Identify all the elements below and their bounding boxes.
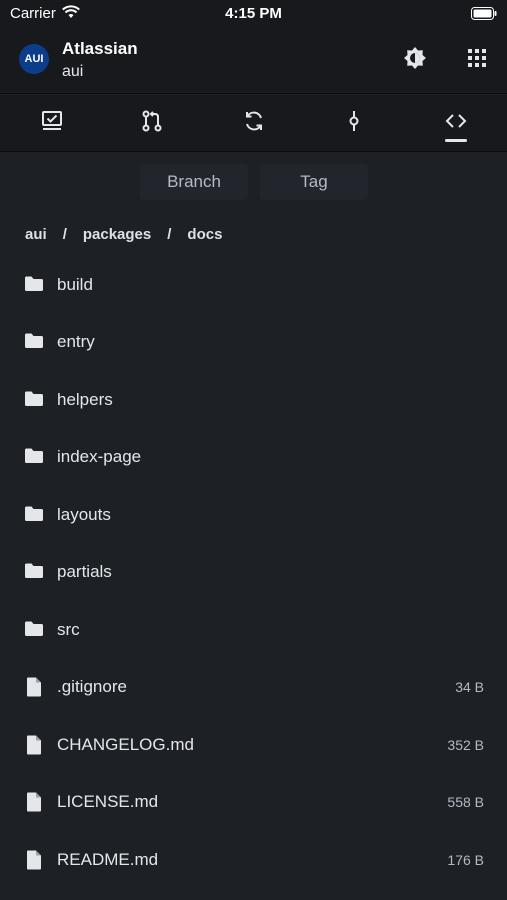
file-name: partials	[57, 562, 112, 581]
file-name: layouts	[57, 505, 111, 524]
folder-icon	[24, 562, 44, 585]
clock: 4:15 PM	[225, 5, 282, 22]
list-item[interactable]: CHANGELOG.md 352 B	[0, 716, 507, 773]
breadcrumb-separator: /	[167, 226, 172, 243]
sync-icon	[242, 109, 266, 138]
file-name: entry	[57, 332, 95, 351]
file-size: 558 B	[447, 794, 484, 810]
folder-icon	[24, 505, 44, 528]
app-header: AUI Atlassian aui	[0, 28, 507, 94]
workspace-name[interactable]: Atlassian	[62, 39, 138, 59]
branch-button[interactable]: Branch	[140, 164, 248, 200]
app-switcher-button[interactable]	[464, 47, 490, 73]
commit-icon	[342, 109, 366, 138]
file-icon	[26, 850, 42, 875]
list-item[interactable]: LICENSE.md 558 B	[0, 773, 507, 830]
file-name: build	[57, 275, 93, 294]
list-item[interactable]: layouts	[0, 486, 507, 543]
code-icon	[444, 109, 468, 138]
breadcrumb-item-aui[interactable]: aui	[25, 226, 47, 243]
tab-pipelines[interactable]	[224, 95, 284, 152]
monitor-check-icon	[40, 109, 64, 138]
grid-icon	[468, 48, 486, 72]
avatar[interactable]: AUI	[19, 44, 49, 74]
theme-toggle-button[interactable]	[402, 46, 428, 75]
breadcrumb-item-docs[interactable]: docs	[187, 226, 222, 243]
folder-icon	[24, 332, 44, 355]
file-name: LICENSE.md	[57, 792, 159, 811]
folder-icon	[24, 620, 44, 643]
file-name: CHANGELOG.md	[57, 735, 194, 754]
tab-source[interactable]	[426, 95, 486, 152]
tab-commits[interactable]	[324, 95, 384, 152]
file-list: build entry helpers index-page layouts p…	[0, 256, 507, 900]
list-item[interactable]: src	[0, 601, 507, 658]
file-name: index-page	[57, 447, 142, 466]
file-name: src	[57, 620, 80, 639]
file-icon	[26, 677, 42, 702]
tab-pull-requests[interactable]	[122, 95, 182, 152]
list-item[interactable]: helpers	[0, 371, 507, 428]
list-item[interactable]: partials	[0, 543, 507, 600]
battery-icon	[471, 7, 497, 25]
file-name: .gitignore	[57, 677, 127, 696]
brightness-icon	[403, 46, 427, 75]
breadcrumb: aui / packages / docs	[25, 226, 222, 243]
list-item[interactable]: build	[0, 256, 507, 313]
active-tab-indicator	[445, 139, 467, 142]
file-size: 34 B	[455, 679, 484, 695]
folder-icon	[24, 390, 44, 413]
repository-tab-bar	[0, 95, 507, 152]
tag-button[interactable]: Tag	[260, 164, 368, 200]
folder-icon	[24, 447, 44, 470]
list-item[interactable]: README.md 176 B	[0, 831, 507, 888]
list-item[interactable]: entry	[0, 313, 507, 370]
breadcrumb-item-packages[interactable]: packages	[83, 226, 151, 243]
file-name: README.md	[57, 850, 159, 869]
repository-name[interactable]: aui	[62, 63, 83, 81]
list-item[interactable]: .gitignore 34 B	[0, 658, 507, 715]
status-bar: Carrier 4:15 PM	[0, 0, 507, 28]
breadcrumb-separator: /	[62, 226, 67, 243]
file-name: helpers	[57, 390, 113, 409]
file-icon	[26, 792, 42, 817]
folder-icon	[24, 275, 44, 298]
file-icon	[26, 735, 42, 760]
pull-request-icon	[140, 109, 164, 138]
tab-overview[interactable]	[22, 95, 82, 152]
file-size: 176 B	[447, 852, 484, 868]
list-item[interactable]: index-page	[0, 428, 507, 485]
file-size: 352 B	[447, 737, 484, 753]
